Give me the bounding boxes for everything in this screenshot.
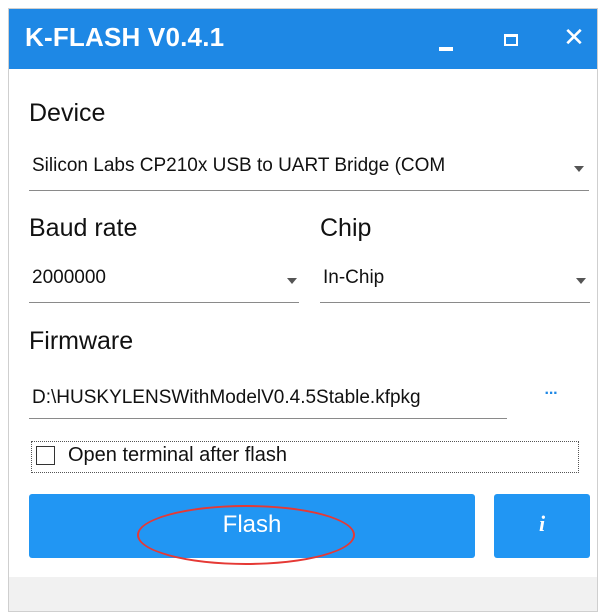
close-button[interactable]: ✕ [549, 9, 597, 69]
firmware-path-input[interactable]: D:\HUSKYLENSWithModelV0.4.5Stable.kfpkg [29, 381, 507, 419]
chip-select[interactable]: In-Chip [320, 267, 590, 303]
firmware-label: Firmware [29, 327, 134, 355]
open-terminal-label: Open terminal after flash [68, 444, 287, 466]
baud-rate-label: Baud rate [29, 214, 138, 242]
info-icon: i [538, 511, 546, 536]
maximize-icon [504, 34, 518, 46]
firmware-path-value: D:\HUSKYLENSWithModelV0.4.5Stable.kfpkg [32, 387, 421, 408]
status-bar [9, 577, 597, 611]
minimize-button[interactable] [421, 9, 471, 69]
browse-button[interactable]: ··· [536, 385, 566, 409]
open-terminal-checkbox[interactable] [36, 446, 55, 465]
info-button[interactable]: i [494, 494, 590, 558]
chip-selected-value: In-Chip [323, 267, 385, 288]
chevron-down-icon [576, 278, 586, 284]
window-title: K-FLASH V0.4.1 [25, 22, 225, 52]
device-label: Device [29, 99, 106, 127]
flash-highlight-annotation [137, 505, 355, 565]
device-select[interactable]: Silicon Labs CP210x USB to UART Bridge (… [29, 155, 589, 191]
title-bar[interactable]: K-FLASH V0.4.1 ✕ [9, 9, 597, 69]
k-flash-window: K-FLASH V0.4.1 ✕ Device Silicon Labs CP2… [8, 8, 598, 612]
maximize-button[interactable] [487, 9, 537, 69]
device-selected-value: Silicon Labs CP210x USB to UART Bridge (… [32, 155, 446, 176]
open-terminal-option[interactable]: Open terminal after flash [31, 441, 579, 473]
baud-rate-select[interactable]: 2000000 [29, 267, 299, 303]
chip-label: Chip [320, 214, 372, 242]
chevron-down-icon [287, 278, 297, 284]
chevron-down-icon [574, 166, 584, 172]
close-icon: ✕ [563, 22, 585, 52]
minimize-icon [439, 47, 453, 51]
baud-rate-selected-value: 2000000 [32, 267, 106, 288]
